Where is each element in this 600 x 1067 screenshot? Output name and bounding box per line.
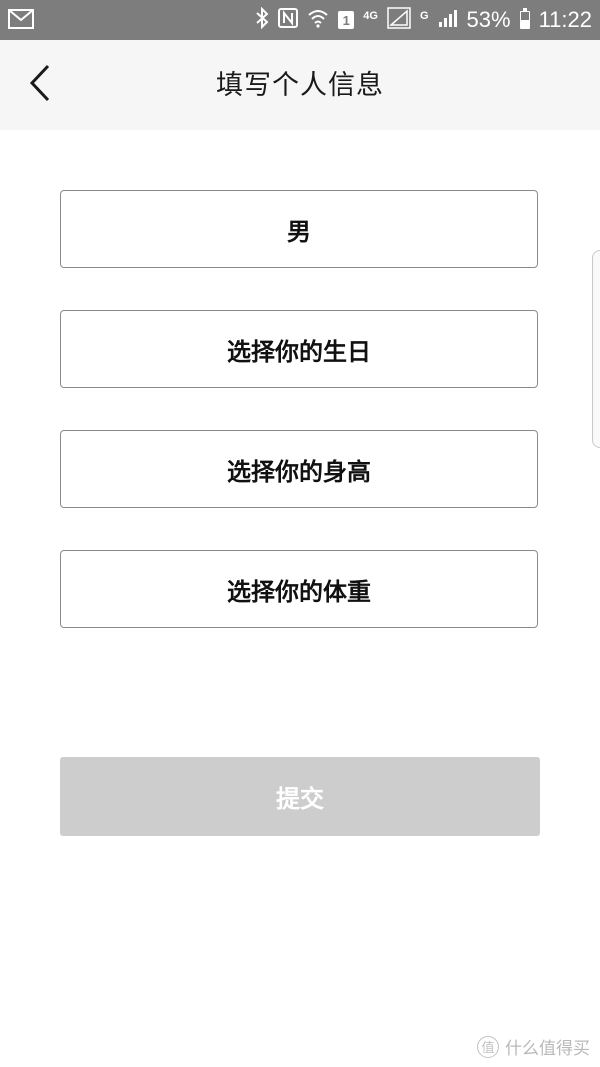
4g-label: 4G bbox=[363, 10, 378, 22]
mail-icon bbox=[8, 9, 34, 33]
battery-icon bbox=[519, 8, 530, 29]
chevron-left-icon bbox=[29, 64, 51, 106]
back-button[interactable] bbox=[20, 64, 60, 106]
weight-selector[interactable]: 选择你的体重 bbox=[60, 550, 538, 628]
watermark-text: 什么值得买 bbox=[505, 1039, 590, 1059]
height-selector[interactable]: 选择你的身高 bbox=[60, 430, 538, 508]
clock: 11:22 bbox=[538, 7, 592, 32]
g-signal-icon bbox=[438, 8, 458, 32]
submit-button[interactable]: 提交 bbox=[60, 757, 540, 836]
4g-signal-icon bbox=[387, 7, 411, 33]
watermark: 值 什么值得买 bbox=[477, 1034, 590, 1059]
g-label: G bbox=[419, 10, 429, 22]
gender-selector[interactable]: 男 bbox=[60, 190, 538, 268]
battery-percent: 53% bbox=[466, 7, 511, 32]
nfc-icon bbox=[278, 8, 299, 32]
bluetooth-icon bbox=[255, 6, 269, 33]
sim-1-icon: 1 bbox=[338, 11, 355, 29]
watermark-badge-icon: 值 bbox=[477, 1035, 499, 1058]
app-header: 填写个人信息 bbox=[0, 40, 600, 130]
status-bar: 1 4G G 53% 11:22 bbox=[0, 0, 600, 40]
wifi-icon bbox=[307, 8, 329, 32]
birthday-selector[interactable]: 选择你的生日 bbox=[60, 310, 538, 388]
edge-panel-handle[interactable] bbox=[592, 250, 600, 448]
page-title: 填写个人信息 bbox=[216, 70, 384, 101]
